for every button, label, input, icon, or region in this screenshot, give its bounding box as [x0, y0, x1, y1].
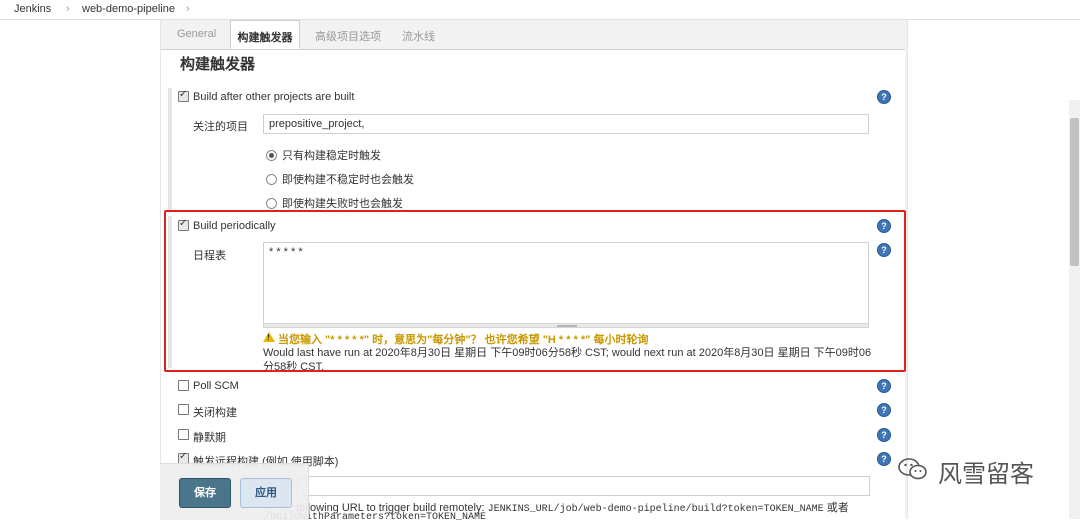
save-button[interactable]: 保存: [179, 478, 231, 508]
breadcrumb: Jenkins › web-demo-pipeline ›: [0, 0, 1080, 20]
remote-trigger-url: JENKINS_URL/job/web-demo-pipeline/build?…: [487, 504, 824, 515]
disable-build-label: 关闭构建: [193, 407, 237, 419]
breadcrumb-jenkins-link[interactable]: Jenkins: [14, 3, 51, 15]
scrollbar-thumb[interactable]: [1070, 118, 1079, 266]
tab-advanced-options[interactable]: 高级项目选项: [315, 28, 381, 44]
radio-unstable[interactable]: [266, 174, 277, 185]
breadcrumb-separator: ›: [66, 3, 70, 15]
help-icon[interactable]: ?: [877, 452, 891, 466]
tab-pipeline[interactable]: 流水线: [402, 28, 435, 44]
radio-stable-only-label: 只有构建稳定时触发: [282, 150, 381, 162]
projects-label: 关注的项目: [193, 121, 248, 133]
group-indent-bar: [168, 88, 172, 210]
radio-failed[interactable]: [266, 198, 277, 209]
build-after-checkbox[interactable]: [178, 89, 189, 102]
quiet-period-checkbox[interactable]: [178, 429, 189, 440]
highlight-box: [164, 210, 906, 372]
radio-unstable-label: 即使构建不稳定时也会触发: [282, 174, 414, 186]
tab-general[interactable]: General: [177, 28, 216, 40]
help-icon[interactable]: ?: [877, 428, 891, 442]
radio-stable-only[interactable]: [266, 150, 277, 161]
help-icon[interactable]: ?: [877, 379, 891, 393]
help-icon[interactable]: ?: [877, 403, 891, 417]
disable-build-checkbox[interactable]: [178, 404, 189, 415]
wechat-icon: [898, 458, 927, 480]
auth-token-input[interactable]: [296, 476, 870, 496]
projects-input[interactable]: [263, 114, 869, 134]
poll-scm-label: Poll SCM: [193, 380, 239, 392]
tab-build-triggers[interactable]: 构建触发器: [230, 20, 300, 49]
quiet-period-label: 静默期: [193, 432, 226, 444]
tab-bar: General 构建触发器 高级项目选项 流水线: [161, 20, 905, 50]
build-after-label: Build after other projects are built: [193, 91, 355, 103]
watermark-text: 风雪留客: [938, 460, 1034, 488]
remote-trigger-suffix: 或者: [823, 502, 849, 514]
breadcrumb-separator: ›: [186, 3, 190, 15]
poll-scm-checkbox[interactable]: [178, 380, 189, 391]
breadcrumb-job-link[interactable]: web-demo-pipeline: [82, 3, 175, 15]
apply-button[interactable]: 应用: [240, 478, 292, 508]
radio-failed-label: 即使构建失败时也会触发: [282, 198, 403, 210]
section-title: 构建触发器: [180, 56, 256, 73]
help-icon[interactable]: ?: [877, 90, 891, 104]
